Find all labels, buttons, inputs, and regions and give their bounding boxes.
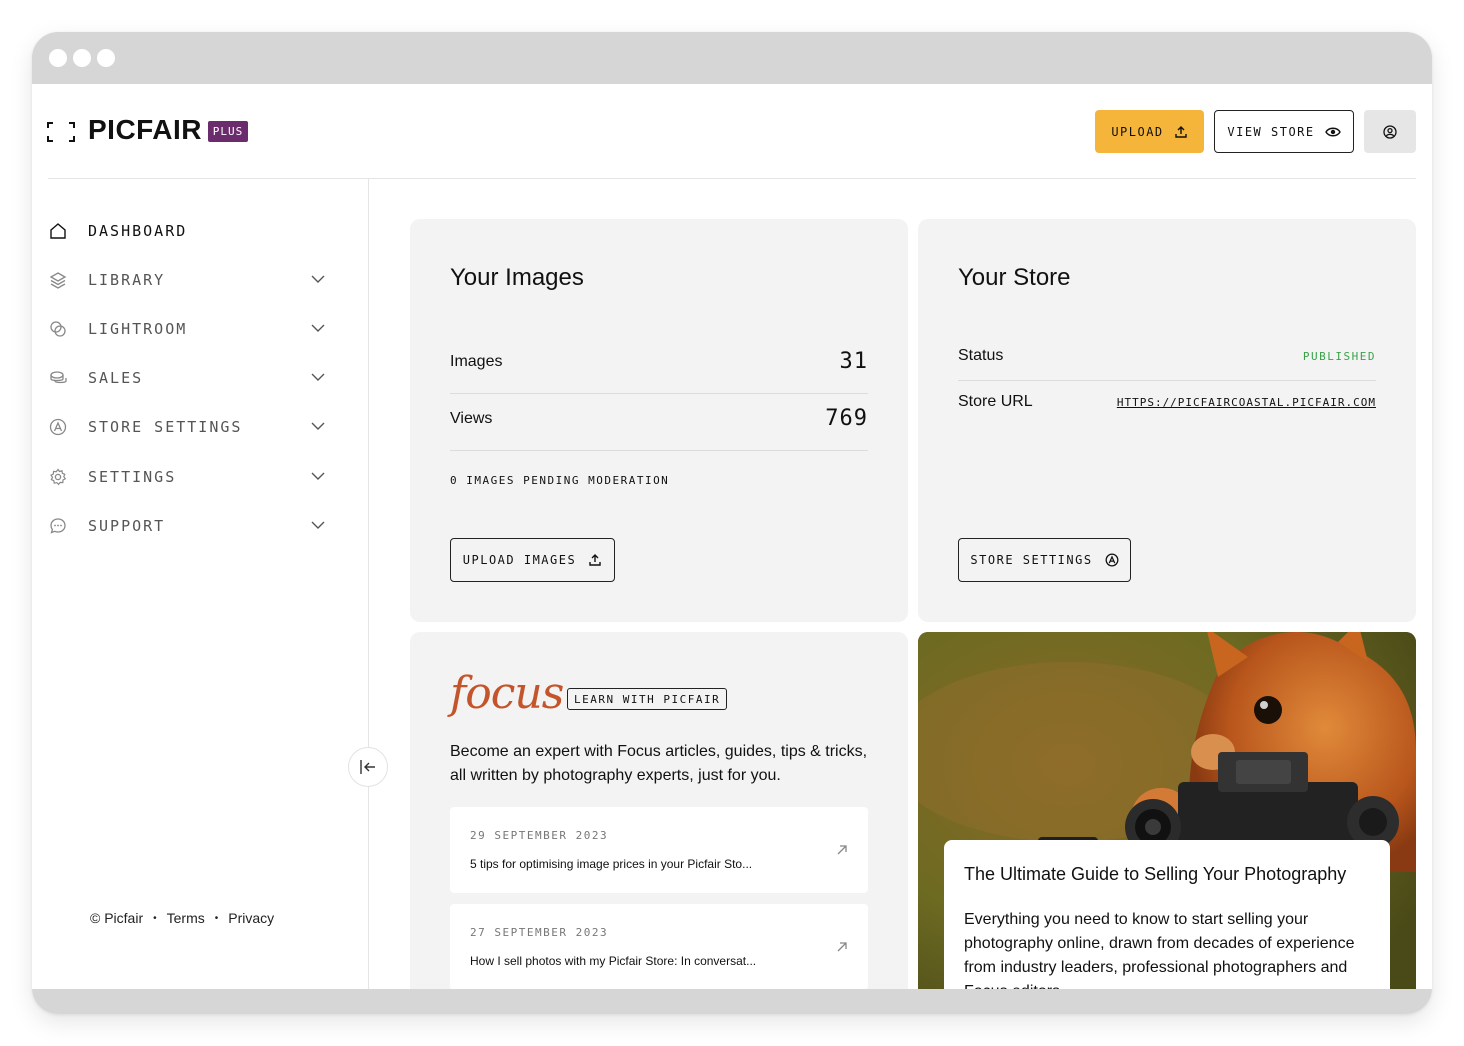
sidebar-item-label: DASHBOARD bbox=[88, 222, 188, 240]
upload-images-button[interactable]: UPLOAD IMAGES bbox=[450, 538, 615, 582]
row-label: Images bbox=[450, 352, 503, 370]
article-date: 29 SEPTEMBER 2023 bbox=[470, 829, 609, 842]
article-title: 5 tips for optimising image prices in yo… bbox=[470, 857, 753, 871]
focus-logo[interactable]: focus bbox=[450, 668, 564, 719]
store-settings-label: STORE SETTINGS bbox=[970, 553, 1093, 567]
upload-images-label: UPLOAD IMAGES bbox=[462, 553, 577, 567]
chevron-down-icon[interactable] bbox=[310, 273, 326, 285]
coins-icon bbox=[48, 368, 68, 388]
eye-icon bbox=[1324, 127, 1341, 136]
account-button[interactable] bbox=[1364, 110, 1416, 153]
row-divider bbox=[958, 380, 1376, 381]
upload-icon bbox=[589, 554, 601, 566]
window-titlebar bbox=[32, 32, 1432, 84]
card-title: Your Store bbox=[958, 264, 1071, 291]
row-label: Status bbox=[958, 347, 1004, 364]
store-status-row: Status PUBLISHED bbox=[958, 347, 1376, 365]
status-badge: PUBLISHED bbox=[1302, 349, 1376, 363]
window-dot-close[interactable] bbox=[49, 49, 67, 67]
window-dot-maximize[interactable] bbox=[97, 49, 115, 67]
card-title: Your Images bbox=[450, 264, 584, 291]
user-icon bbox=[1383, 124, 1397, 139]
home-icon bbox=[48, 221, 68, 241]
chat-icon bbox=[48, 516, 68, 536]
gear-icon bbox=[48, 467, 68, 487]
row-divider bbox=[450, 393, 868, 394]
sidebar-item-label: SALES bbox=[88, 369, 144, 387]
article-card[interactable]: 27 SEPTEMBER 2023 How I sell photos with… bbox=[450, 904, 868, 989]
chevron-down-icon[interactable] bbox=[310, 322, 326, 334]
chevron-down-icon[interactable] bbox=[310, 519, 326, 531]
collapse-left-icon bbox=[360, 760, 375, 774]
store-url-link[interactable]: HTTPS://PICFAIRCOASTAL.PICFAIR.COM bbox=[1117, 396, 1376, 409]
chevron-down-icon[interactable] bbox=[310, 470, 326, 482]
sidebar-item-sales[interactable]: SALES bbox=[48, 363, 328, 393]
brand-name[interactable]: PICFAIR bbox=[88, 114, 202, 146]
privacy-link[interactable]: Privacy bbox=[228, 910, 274, 926]
browser-window: PICFAIR PLUS UPLOAD VIEW STORE DASHBOARD… bbox=[32, 32, 1432, 1014]
terms-link[interactable]: Terms bbox=[167, 910, 205, 926]
focus-card: focus LEARN WITH PICFAIR Become an exper… bbox=[410, 632, 908, 989]
layers-icon bbox=[48, 270, 68, 290]
pending-moderation-text: 0 IMAGES PENDING MODERATION bbox=[450, 474, 670, 487]
chevron-down-icon[interactable] bbox=[310, 371, 326, 383]
sidebar-item-label: LIBRARY bbox=[88, 271, 166, 289]
upload-icon bbox=[1174, 125, 1187, 138]
store-url-row: Store URL HTTPS://PICFAIRCOASTAL.PICFAIR… bbox=[958, 393, 1376, 411]
guide-description: Everything you need to know to start sel… bbox=[964, 911, 1355, 989]
sidebar-item-label: SUPPORT bbox=[88, 517, 166, 535]
learn-with-picfair-badge: LEARN WITH PICFAIR bbox=[567, 688, 728, 710]
images-count-value: 31 bbox=[839, 349, 868, 374]
row-label: Store URL bbox=[958, 393, 1033, 410]
sidebar-item-label: STORE SETTINGS bbox=[88, 418, 243, 436]
header-divider bbox=[48, 178, 1416, 179]
arrow-up-right-icon bbox=[837, 845, 847, 855]
sidebar-item-settings[interactable]: SETTINGS bbox=[48, 462, 328, 492]
upload-button-label: UPLOAD bbox=[1111, 124, 1164, 139]
sidebar-footer: © Picfair • Terms • Privacy bbox=[90, 910, 274, 926]
plus-badge: PLUS bbox=[208, 121, 248, 142]
article-card[interactable]: 29 SEPTEMBER 2023 5 tips for optimising … bbox=[450, 807, 868, 893]
collapse-sidebar-button[interactable] bbox=[348, 747, 388, 787]
copyright-text: © Picfair bbox=[90, 910, 144, 926]
sidebar-item-label: LIGHTROOM bbox=[88, 320, 188, 338]
guide-title: The Ultimate Guide to Selling Your Photo… bbox=[964, 864, 1347, 884]
view-store-button[interactable]: VIEW STORE bbox=[1214, 110, 1354, 153]
views-count-value: 769 bbox=[825, 406, 868, 431]
article-date: 27 SEPTEMBER 2023 bbox=[470, 926, 609, 939]
your-images-card: Your Images Images 31 Views 769 0 IMAGES… bbox=[410, 219, 908, 622]
sidebar-divider bbox=[368, 179, 369, 989]
row-label: Views bbox=[450, 409, 493, 427]
store-settings-button[interactable]: STORE SETTINGS bbox=[958, 538, 1131, 582]
sidebar-item-library[interactable]: LIBRARY bbox=[48, 265, 328, 295]
lightroom-icon bbox=[48, 319, 68, 339]
footer-separator: • bbox=[153, 912, 157, 924]
sidebar-item-support[interactable]: SUPPORT bbox=[48, 511, 328, 541]
upload-button[interactable]: UPLOAD bbox=[1095, 110, 1204, 153]
views-count-row: Views 769 bbox=[450, 406, 868, 431]
your-store-card: Your Store Status PUBLISHED Store URL HT… bbox=[918, 219, 1416, 622]
arrow-up-right-icon bbox=[837, 942, 847, 952]
sidebar-item-store-settings[interactable]: STORE SETTINGS bbox=[48, 412, 328, 442]
sidebar-item-lightroom[interactable]: LIGHTROOM bbox=[48, 314, 328, 344]
view-store-button-label: VIEW STORE bbox=[1227, 124, 1315, 139]
sidebar-item-dashboard[interactable]: DASHBOARD bbox=[48, 216, 328, 246]
footer-separator: • bbox=[214, 912, 219, 924]
store-settings-icon bbox=[48, 417, 68, 437]
focus-description: Become an expert with Focus articles, gu… bbox=[450, 743, 868, 784]
app-viewport: PICFAIR PLUS UPLOAD VIEW STORE DASHBOARD… bbox=[32, 84, 1432, 989]
sidebar-item-label: SETTINGS bbox=[88, 468, 177, 486]
selling-guide-card[interactable]: The Ultimate Guide to Selling Your Photo… bbox=[918, 632, 1416, 989]
row-divider bbox=[450, 450, 868, 451]
images-count-row: Images 31 bbox=[450, 349, 868, 374]
picfair-logo-icon bbox=[47, 122, 75, 142]
store-settings-icon bbox=[1105, 553, 1119, 567]
chevron-down-icon[interactable] bbox=[310, 420, 326, 432]
article-title: How I sell photos with my Picfair Store:… bbox=[470, 954, 757, 968]
window-dot-minimize[interactable] bbox=[73, 49, 91, 67]
guide-text-panel: The Ultimate Guide to Selling Your Photo… bbox=[944, 840, 1390, 989]
window-bottom-bar bbox=[32, 989, 1432, 1014]
